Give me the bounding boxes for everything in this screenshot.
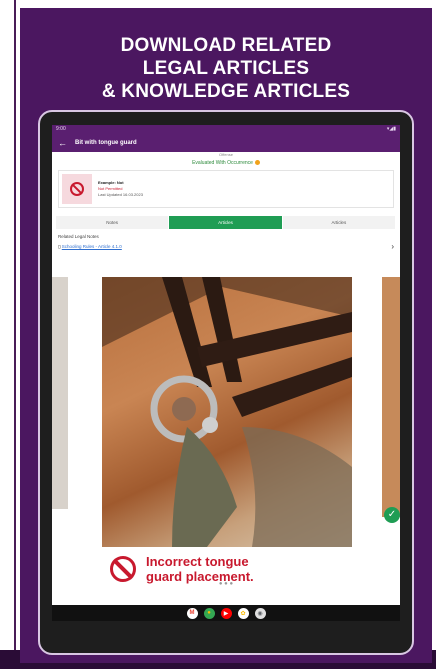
gmail-icon[interactable]: M	[186, 607, 198, 619]
app-dock: M ● ▶ ✿ ◉	[52, 605, 400, 621]
headline-line-3: & KNOWLEDGE ARTICLES	[101, 81, 351, 102]
status-icons: ▾◢▮	[386, 126, 396, 132]
divider	[14, 0, 16, 650]
headline: DOWNLOAD RELATED LEGAL ARTICLES & KNOWLE…	[20, 34, 432, 103]
tab-notes[interactable]: Notes	[56, 216, 169, 229]
next-slide-preview[interactable]	[382, 277, 400, 517]
app-bar: ← Bit with tongue guard	[52, 134, 400, 152]
photos-icon[interactable]: ✿	[237, 607, 249, 619]
prohibited-icon	[110, 556, 136, 582]
tab-knowledge-articles[interactable]: Articles	[282, 216, 395, 229]
caption-line-1: Incorrect tongue	[146, 554, 249, 569]
tab-bar: Notes Articles Articles	[56, 216, 396, 229]
camera-icon[interactable]: ◉	[254, 607, 266, 619]
document-icon: ▯	[58, 243, 61, 249]
legal-note-row[interactable]: ▯ Schooling Rules - Article 4.1.0 ›	[58, 242, 394, 251]
info-card[interactable]: Example: Not Not Permitted Last Updated …	[58, 170, 394, 208]
horse-bridle-photo	[102, 277, 352, 547]
back-arrow-icon[interactable]: ←	[58, 138, 67, 148]
legal-notes-heading: Related Legal Notes	[58, 234, 99, 239]
pager-dots[interactable]: ● ● ●	[52, 581, 400, 587]
left-margin	[0, 0, 20, 669]
prohibited-thumbnail	[62, 174, 92, 204]
info-date: Last Updated 16.03.2023	[98, 192, 143, 197]
tablet-frame: 9:00 ▾◢▮ ← Bit with tongue guard Offense…	[38, 110, 414, 655]
image-carousel[interactable]: ✓ Incorrect tongue guard placement. ● ● …	[52, 277, 400, 593]
status-time: 9:00	[56, 126, 66, 132]
info-dot-icon	[254, 160, 260, 166]
chrome-icon[interactable]: ●	[203, 607, 215, 619]
horse-bridle-illustration	[102, 277, 352, 547]
app-bar-title: Bit with tongue guard	[75, 140, 137, 146]
tab-articles[interactable]: Articles	[169, 216, 282, 229]
verified-status: Evaluated With Occurrence	[52, 158, 400, 168]
youtube-icon[interactable]: ▶	[220, 607, 232, 619]
tablet-screen: 9:00 ▾◢▮ ← Bit with tongue guard Offense…	[52, 125, 400, 621]
legal-note-link[interactable]: Schooling Rules - Article 4.1.0	[62, 244, 122, 249]
caption-text: Incorrect tongue guard placement.	[146, 554, 254, 584]
previous-slide-preview[interactable]	[52, 277, 68, 509]
info-lines: Example: Not Not Permitted Last Updated …	[98, 180, 143, 198]
chevron-right-icon[interactable]: ›	[391, 242, 394, 251]
headline-line-1: DOWNLOAD RELATED	[120, 35, 332, 56]
prohibited-icon	[70, 182, 84, 196]
status-bar: 9:00 ▾◢▮	[52, 125, 400, 134]
headline-line-2: LEGAL ARTICLES	[142, 58, 310, 79]
check-icon: ✓	[384, 507, 400, 523]
promo-panel: DOWNLOAD RELATED LEGAL ARTICLES & KNOWLE…	[20, 8, 432, 663]
verified-text: Evaluated With Occurrence	[192, 160, 253, 166]
